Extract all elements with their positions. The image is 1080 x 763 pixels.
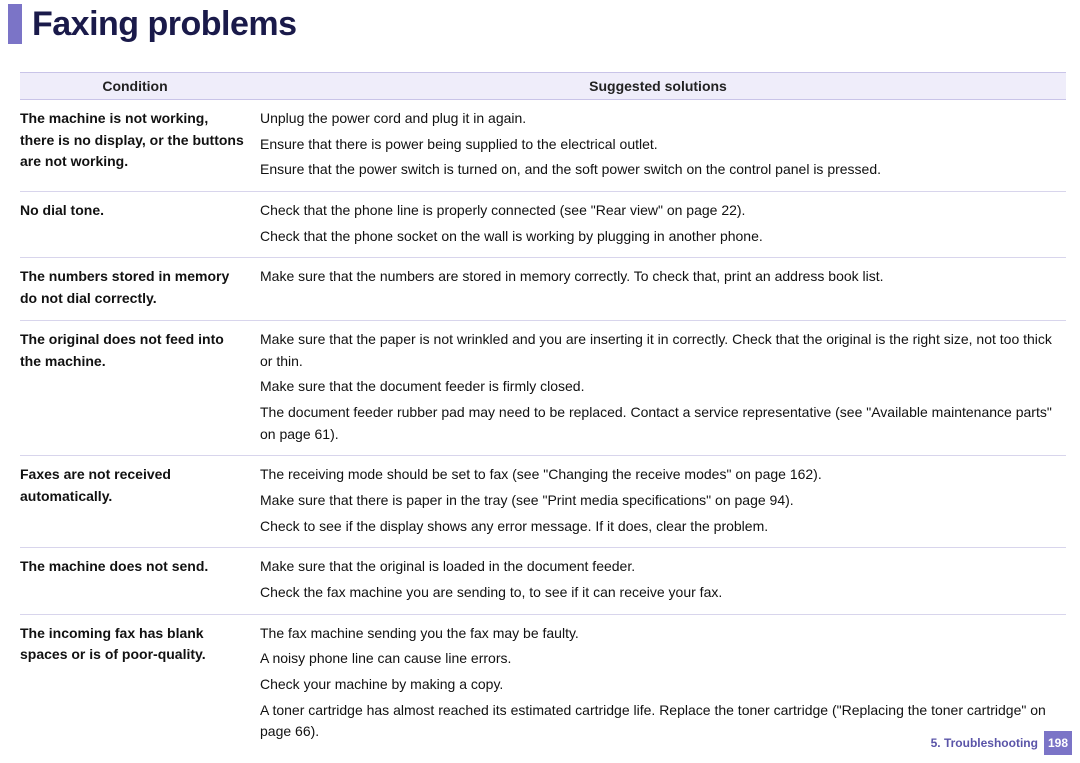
table-header-row: Condition Suggested solutions <box>20 73 1066 100</box>
title-row: Faxing problems <box>8 0 1072 72</box>
solution-item: Ensure that there is power being supplie… <box>260 134 1066 156</box>
table-row: The original does not feed into the mach… <box>20 320 1066 455</box>
condition-cell: The original does not feed into the mach… <box>20 320 250 455</box>
solution-item: Check that the phone line is properly co… <box>260 200 1066 222</box>
solution-cell: The receiving mode should be set to fax … <box>250 456 1066 548</box>
table-row: The machine is not working, there is no … <box>20 100 1066 192</box>
condition-cell: The numbers stored in memory do not dial… <box>20 258 250 320</box>
solution-item: Make sure that there is paper in the tra… <box>260 490 1066 512</box>
condition-cell: The machine does not send. <box>20 548 250 614</box>
table-row: The machine does not send. Make sure tha… <box>20 548 1066 614</box>
solution-item: Make sure that the paper is not wrinkled… <box>260 329 1066 372</box>
solution-cell: Unplug the power cord and plug it in aga… <box>250 100 1066 192</box>
accent-bar-icon <box>8 4 22 44</box>
solution-item: A noisy phone line can cause line errors… <box>260 648 1066 670</box>
header-condition: Condition <box>20 73 250 100</box>
solution-cell: Make sure that the paper is not wrinkled… <box>250 320 1066 455</box>
solution-item: Make sure that the numbers are stored in… <box>260 266 1066 288</box>
solution-item: Unplug the power cord and plug it in aga… <box>260 108 1066 130</box>
condition-cell: No dial tone. <box>20 192 250 258</box>
solution-item: The fax machine sending you the fax may … <box>260 623 1066 645</box>
table-row: No dial tone. Check that the phone line … <box>20 192 1066 258</box>
solution-item: Make sure that the document feeder is fi… <box>260 376 1066 398</box>
solution-cell: Make sure that the original is loaded in… <box>250 548 1066 614</box>
solution-item: Check the fax machine you are sending to… <box>260 582 1066 604</box>
solution-item: Make sure that the original is loaded in… <box>260 556 1066 578</box>
page-title: Faxing problems <box>32 5 297 44</box>
solution-item: The receiving mode should be set to fax … <box>260 464 1066 486</box>
document-page: Faxing problems Condition Suggested solu… <box>0 0 1080 763</box>
condition-cell: Faxes are not received automatically. <box>20 456 250 548</box>
header-solutions: Suggested solutions <box>250 73 1066 100</box>
troubleshooting-table: Condition Suggested solutions The machin… <box>20 72 1066 753</box>
condition-cell: The incoming fax has blank spaces or is … <box>20 614 250 753</box>
solution-item: Ensure that the power switch is turned o… <box>260 159 1066 181</box>
solution-item: The document feeder rubber pad may need … <box>260 402 1066 445</box>
table-row: The incoming fax has blank spaces or is … <box>20 614 1066 753</box>
chapter-label: 5. Troubleshooting <box>931 736 1038 750</box>
condition-cell: The machine is not working, there is no … <box>20 100 250 192</box>
solution-item: Check your machine by making a copy. <box>260 674 1066 696</box>
solution-item: Check to see if the display shows any er… <box>260 516 1066 538</box>
page-number-badge: 198 <box>1044 731 1072 755</box>
page-footer: 5. Troubleshooting 198 <box>931 731 1072 755</box>
solution-cell: Check that the phone line is properly co… <box>250 192 1066 258</box>
table-row: Faxes are not received automatically. Th… <box>20 456 1066 548</box>
solution-cell: Make sure that the numbers are stored in… <box>250 258 1066 320</box>
solution-item: Check that the phone socket on the wall … <box>260 226 1066 248</box>
table-row: The numbers stored in memory do not dial… <box>20 258 1066 320</box>
